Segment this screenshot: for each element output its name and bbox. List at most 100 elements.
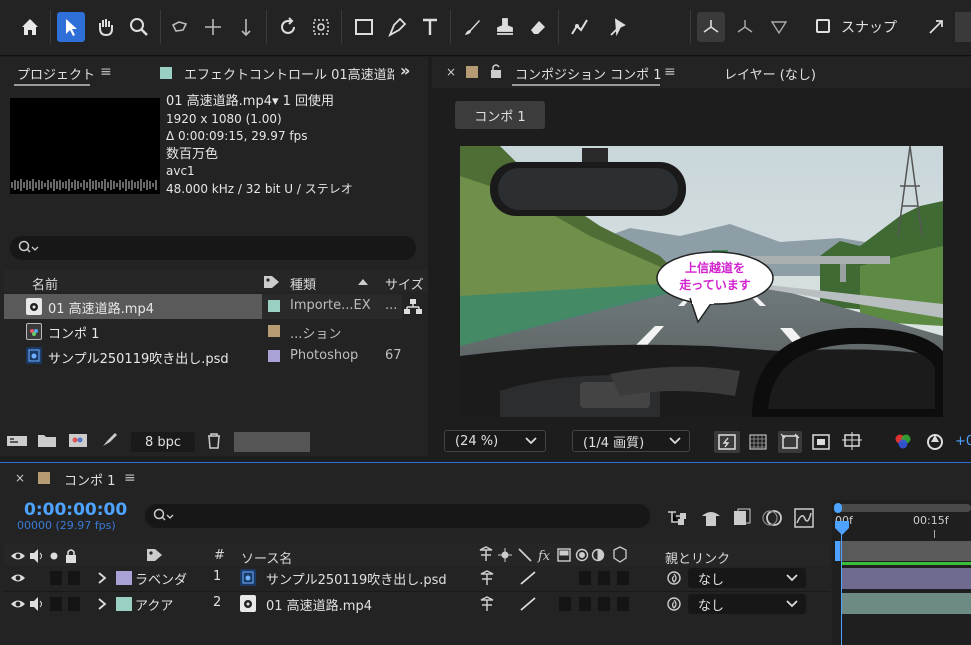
speech-bubble-text: 上信越道を 走っています	[665, 260, 765, 294]
adjustment-switch[interactable]	[617, 571, 629, 585]
shy-layers-icon	[702, 512, 720, 526]
lock-toggle[interactable]	[68, 597, 80, 611]
rectangle-tool-icon[interactable]	[350, 12, 378, 42]
type-tool-icon[interactable]	[416, 12, 444, 42]
list-item[interactable]: コンポ 1	[4, 319, 402, 344]
brush-tool-icon[interactable]	[458, 12, 486, 42]
pen-tool-icon[interactable]	[383, 12, 411, 42]
tab-composition[interactable]: コンポジション コンポ 1	[515, 64, 662, 83]
layer-row[interactable]: アクア 2 01 高速道路.mp4 なし	[4, 591, 830, 615]
local-axis-mode-icon[interactable]	[697, 12, 725, 42]
toolbar: スナップ	[0, 0, 971, 56]
close-icon[interactable]: ×	[15, 471, 25, 485]
home-icon[interactable]	[16, 12, 44, 42]
work-area-start-handle[interactable]	[835, 541, 840, 561]
adjustment-switch[interactable]	[617, 597, 629, 611]
exposure-value[interactable]: +0	[955, 434, 971, 449]
label-swatch-lavender[interactable]	[116, 571, 132, 585]
expand-arrow-icon	[98, 598, 107, 610]
effect-switch[interactable]	[579, 571, 591, 585]
layer-row[interactable]: ラベンダ 1 サンプル250119吹き出し.psd なし	[4, 566, 830, 590]
label-swatch-aqua[interactable]	[116, 597, 132, 611]
puppet-pin-tool-icon[interactable]	[604, 12, 632, 42]
workspace-menu-icon[interactable]	[955, 12, 971, 42]
view-axis-mode-icon[interactable]	[765, 12, 793, 42]
close-icon[interactable]: ×	[446, 65, 456, 79]
motion-blur-switch[interactable]	[598, 597, 610, 611]
collapse-switch[interactable]	[559, 597, 571, 611]
comp-flowchart-icon	[668, 511, 686, 525]
parent-dropdown[interactable]: なし	[688, 594, 806, 614]
selection-tool-icon[interactable]	[57, 12, 85, 42]
world-axis-mode-icon[interactable]	[731, 12, 759, 42]
project-search-input[interactable]	[10, 236, 416, 260]
resolution-dropdown[interactable]: (1/4 画質)	[572, 430, 690, 452]
zoom-dropdown[interactable]: (24 %)	[444, 430, 546, 452]
column-name[interactable]: 名前	[32, 274, 58, 293]
chevron-down-icon	[786, 574, 798, 582]
frame-blending-icon	[734, 508, 751, 525]
orbit-camera-icon[interactable]	[166, 12, 194, 42]
comp-breadcrumb-button[interactable]: コンポ 1	[455, 101, 545, 129]
lock-toggle[interactable]	[68, 571, 80, 585]
panel-overflow-icon[interactable]: »	[400, 61, 410, 80]
label-swatch-aqua[interactable]	[268, 300, 280, 312]
zoom-tool-icon[interactable]	[125, 12, 153, 42]
playhead-line[interactable]	[841, 534, 842, 645]
mask-visibility-icon[interactable]	[778, 431, 802, 453]
effects-label-swatch	[160, 67, 172, 79]
layer-source-name[interactable]: 01 高速道路.mp4	[266, 595, 372, 614]
current-time-display[interactable]: 0:00:00:00	[24, 500, 127, 520]
time-navigator-bar[interactable]	[835, 504, 971, 512]
item-size: 67	[385, 348, 402, 363]
column-parent-link[interactable]: 親とリンク	[665, 548, 730, 567]
column-source-name[interactable]: ソース名	[241, 548, 292, 567]
dolly-camera-icon[interactable]	[232, 12, 260, 42]
navigator-start-handle[interactable]	[834, 503, 842, 513]
snap-options-icon[interactable]	[922, 12, 950, 42]
snap-checkbox[interactable]	[816, 19, 830, 33]
rotate-tool-icon[interactable]	[274, 12, 302, 42]
parent-value: なし	[698, 598, 725, 614]
fast-previews-icon[interactable]	[714, 431, 740, 453]
anchor-point-tool-icon[interactable]	[307, 12, 335, 42]
tab-effect-controls[interactable]: エフェクトコントロール 01高速道路	[184, 64, 394, 83]
psd-file-icon	[240, 569, 256, 586]
video-frame[interactable]: 上信越道を 走っています	[460, 146, 943, 417]
solo-toggle[interactable]	[50, 597, 62, 611]
label-swatch-tan[interactable]	[268, 325, 280, 337]
column-type[interactable]: 種類	[290, 274, 316, 293]
label-swatch-lavender[interactable]	[268, 350, 280, 362]
effect-switch[interactable]	[579, 597, 591, 611]
eraser-tool-icon[interactable]	[524, 12, 552, 42]
layer-source-name[interactable]: サンプル250119吹き出し.psd	[266, 569, 447, 588]
item-name: サンプル250119吹き出し.psd	[48, 352, 229, 367]
clone-stamp-tool-icon[interactable]	[491, 12, 519, 42]
pan-camera-icon[interactable]	[199, 12, 227, 42]
hand-tool-icon[interactable]	[92, 12, 120, 42]
work-area-bar[interactable]	[836, 541, 971, 561]
bpc-button[interactable]: 8 bpc	[131, 432, 195, 452]
info-codec: avc1	[166, 164, 195, 178]
tab-timeline-comp[interactable]: コンポ 1	[64, 470, 115, 489]
eye-icon	[11, 574, 25, 582]
tab-project[interactable]: プロジェクト	[17, 64, 95, 83]
layer-bar-aqua[interactable]	[842, 593, 971, 614]
roto-brush-tool-icon[interactable]	[566, 12, 594, 42]
panel-menu-icon[interactable]: ≡	[664, 64, 676, 80]
parent-dropdown[interactable]: なし	[688, 568, 806, 588]
thumbnail-transparency-grid[interactable]	[234, 432, 310, 452]
info-resolution: 1920 x 1080 (1.00)	[166, 111, 282, 126]
render-cache-indicator	[842, 562, 971, 565]
tab-layer[interactable]: レイヤー (なし)	[724, 64, 816, 83]
solo-toggle[interactable]	[50, 571, 62, 585]
panel-menu-icon[interactable]: ≡	[100, 64, 112, 80]
info-filename[interactable]: 01 高速道路.mp4▾ 1 回使用	[166, 93, 353, 111]
tab-underline	[512, 84, 660, 86]
panel-menu-icon[interactable]: ≡	[124, 470, 136, 486]
layer-bar-lavender[interactable]	[842, 568, 971, 589]
shy-switch-icon	[480, 570, 494, 585]
timeline-search-input[interactable]	[145, 504, 650, 528]
motion-blur-switch[interactable]	[598, 571, 610, 585]
column-size[interactable]: サイズ	[385, 274, 424, 293]
